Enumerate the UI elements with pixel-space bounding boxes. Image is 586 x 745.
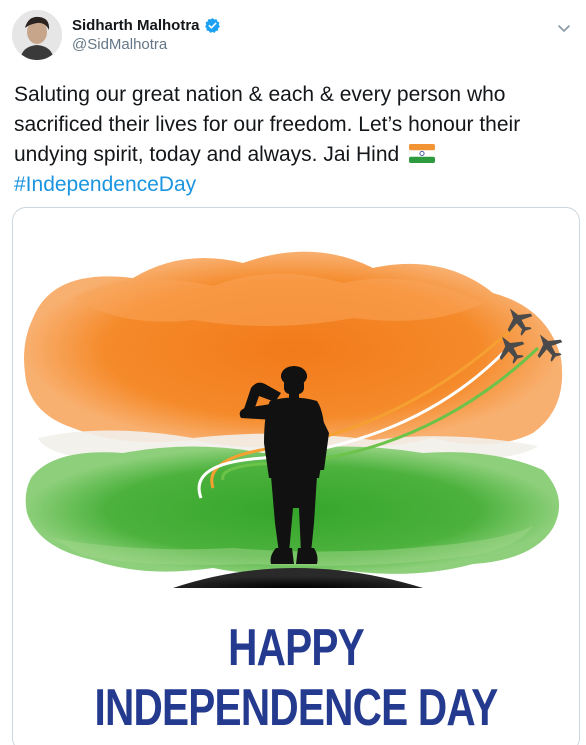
display-name[interactable]: Sidharth Malhotra xyxy=(72,17,200,34)
chevron-down-icon[interactable] xyxy=(556,20,572,36)
user-handle[interactable]: @SidMalhotra xyxy=(72,36,221,53)
tweet-image[interactable]: HAPPY INDEPENDENCE DAY xyxy=(12,207,580,745)
tweet-card: Sidharth Malhotra @SidMalhotra Saluting … xyxy=(0,0,586,745)
poster-title: HAPPY INDEPENDENCE DAY xyxy=(94,619,499,737)
tweet-body: Saluting our great nation & each & every… xyxy=(14,83,521,166)
avatar[interactable] xyxy=(12,10,62,60)
user-names: Sidharth Malhotra @SidMalhotra xyxy=(72,17,221,53)
hashtag-link[interactable]: #IndependenceDay xyxy=(14,173,196,196)
verified-badge-icon xyxy=(204,18,220,33)
tweet-text: Saluting our great nation & each & every… xyxy=(14,80,574,200)
india-flag-icon xyxy=(409,144,436,163)
tweet-header: Sidharth Malhotra @SidMalhotra xyxy=(12,10,221,60)
